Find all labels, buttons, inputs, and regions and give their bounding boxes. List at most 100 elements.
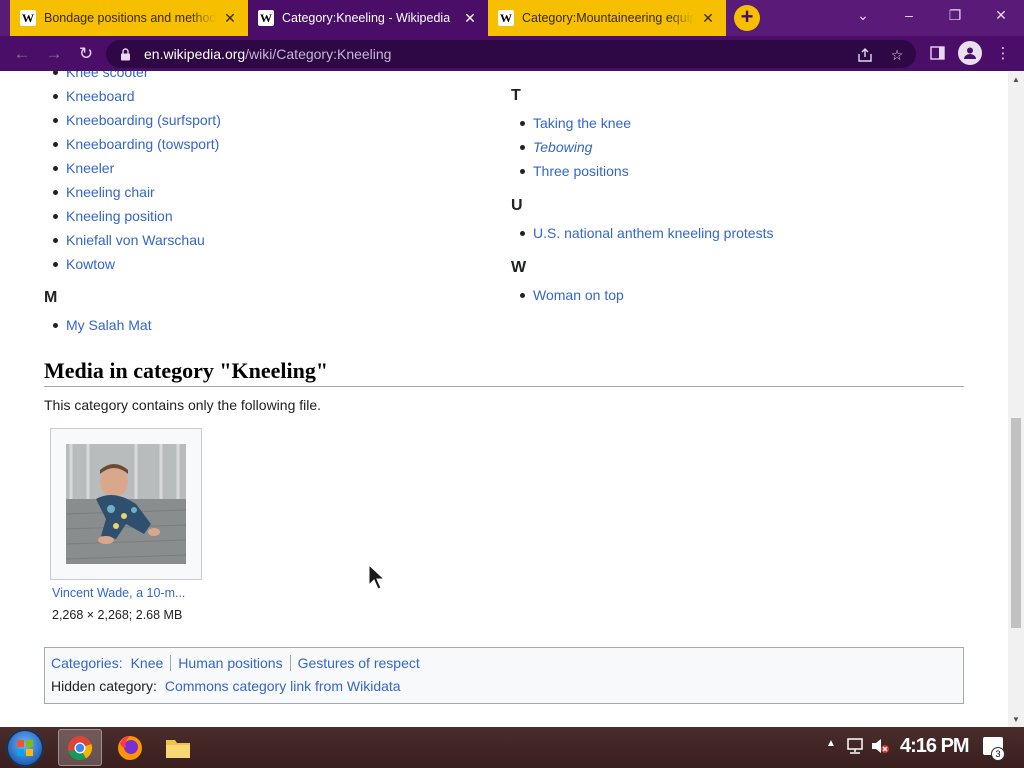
tab-bondage-positions[interactable]: W Bondage positions and methods ✕ xyxy=(10,0,248,36)
tab-strip: W Bondage positions and methods ✕ W Cate… xyxy=(0,0,1024,36)
menu-kebab-icon[interactable]: ⋮ xyxy=(992,42,1014,64)
list-item: Kniefall von Warschau xyxy=(44,228,484,252)
list-item: Kneeler xyxy=(44,156,484,180)
forward-arrow-icon[interactable]: → xyxy=(42,42,66,66)
file-link[interactable]: Vincent Wade, a 10-m... xyxy=(52,586,185,600)
category-link[interactable]: My Salah Mat xyxy=(66,317,152,333)
category-link[interactable]: Kneeling chair xyxy=(66,184,155,200)
taskbar-clock[interactable]: 4:16 PM xyxy=(900,735,970,758)
list-item: Kneeboarding (towsport) xyxy=(44,132,484,156)
show-hidden-icons-icon[interactable]: ▲ xyxy=(826,738,836,749)
new-tab-button[interactable]: + xyxy=(734,5,760,31)
network-icon[interactable] xyxy=(846,738,864,754)
tab-category-kneeling[interactable]: W Category:Kneeling - Wikipedia ✕ xyxy=(248,0,488,36)
list-item: Tebowing xyxy=(511,135,971,159)
profile-avatar-icon[interactable] xyxy=(958,41,982,65)
share-icon[interactable] xyxy=(856,46,874,64)
page-content: Knee scooter Kneeboard Kneeboarding (sur… xyxy=(0,71,1008,727)
taskbar-file-explorer[interactable] xyxy=(156,729,200,766)
scrollbar-thumb[interactable] xyxy=(1011,418,1021,628)
file-meta: 2,268 × 2,268; 2.68 MB xyxy=(52,608,183,622)
hidden-category-link[interactable]: Commons category link from Wikidata xyxy=(165,678,401,694)
list-item: Knee scooter xyxy=(44,71,484,84)
category-link[interactable]: Kniefall von Warschau xyxy=(66,232,205,248)
category-link-human-positions[interactable]: Human positions xyxy=(178,655,282,671)
list-item: Woman on top xyxy=(511,283,971,307)
category-list: My Salah Mat xyxy=(44,313,484,337)
category-list: Knee scooter Kneeboard Kneeboarding (sur… xyxy=(44,71,484,276)
hidden-categories-row: Hidden category: Commons category link f… xyxy=(51,678,957,701)
lock-icon[interactable] xyxy=(118,47,132,61)
category-column-left: Knee scooter Kneeboard Kneeboarding (sur… xyxy=(44,71,484,337)
category-link[interactable]: Tebowing xyxy=(533,139,592,155)
section-letter-t: T xyxy=(511,87,521,104)
close-tab-icon[interactable]: ✕ xyxy=(462,10,478,26)
side-panel-icon[interactable] xyxy=(926,42,948,64)
list-item: Three positions xyxy=(511,159,971,183)
scroll-up-arrow-icon[interactable]: ▲ xyxy=(1008,71,1024,87)
firefox-icon xyxy=(118,735,142,760)
browser-toolbar: ← → ↻ en.wikipedia.org/wiki/Category:Kne… xyxy=(0,36,1024,71)
category-links-box: Categories: Knee Human positions Gesture… xyxy=(44,647,964,704)
taskbar-chrome[interactable] xyxy=(58,729,102,766)
scroll-down-arrow-icon[interactable]: ▼ xyxy=(1008,711,1024,727)
windows-taskbar: ▲ 4:16 PM 3 xyxy=(0,727,1024,768)
media-heading: Media in category "Kneeling" xyxy=(44,358,964,387)
category-link[interactable]: Three positions xyxy=(533,163,629,179)
list-item: Kneeling chair xyxy=(44,180,484,204)
tab-title: Category:Mountaineering equipment xyxy=(522,11,694,25)
reload-icon[interactable]: ↻ xyxy=(74,42,98,66)
category-link[interactable]: Kowtow xyxy=(66,256,115,272)
tab-title: Category:Kneeling - Wikipedia xyxy=(282,11,451,25)
back-arrow-icon[interactable]: ← xyxy=(10,42,34,66)
mouse-cursor-icon xyxy=(368,564,386,590)
url-path: /wiki/Category:Kneeling xyxy=(245,46,392,62)
close-window-button[interactable]: ✕ xyxy=(978,0,1024,30)
address-bar[interactable]: en.wikipedia.org/wiki/Category:Kneeling … xyxy=(106,40,916,68)
chrome-icon xyxy=(68,735,93,760)
category-link-knee[interactable]: Knee xyxy=(131,655,164,671)
category-link-gestures-of-respect[interactable]: Gestures of respect xyxy=(298,655,420,671)
notification-count-badge: 3 xyxy=(991,747,1005,761)
categories-row: Categories: Knee Human positions Gesture… xyxy=(51,655,957,678)
list-item: Kneeboard xyxy=(44,84,484,108)
tab-mountaineering-equipment[interactable]: W Category:Mountaineering equipment ✕ xyxy=(488,0,726,36)
list-item: Kowtow xyxy=(44,252,484,276)
file-thumbnail[interactable] xyxy=(66,444,186,564)
section-letter-m: M xyxy=(44,289,58,306)
categories-label-link[interactable]: Categories: xyxy=(51,655,123,671)
category-link[interactable]: Kneeboard xyxy=(66,88,135,104)
taskbar-firefox[interactable] xyxy=(108,729,152,766)
restore-button[interactable]: ❐ xyxy=(932,0,978,30)
media-description: This category contains only the followin… xyxy=(44,397,322,413)
separator xyxy=(289,655,291,671)
category-link[interactable]: Knee scooter xyxy=(66,71,149,80)
close-tab-icon[interactable]: ✕ xyxy=(222,10,238,26)
wikipedia-favicon-icon: W xyxy=(20,10,36,26)
list-item: Kneeling position xyxy=(44,204,484,228)
category-link[interactable]: Woman on top xyxy=(533,287,624,303)
list-item: U.S. national anthem kneeling protests xyxy=(511,221,971,245)
volume-muted-icon[interactable] xyxy=(870,738,890,754)
category-link[interactable]: Kneeler xyxy=(66,160,114,176)
tab-search-icon[interactable]: ⌄ xyxy=(840,0,886,30)
list-item: My Salah Mat xyxy=(44,313,484,337)
url-text[interactable]: en.wikipedia.org/wiki/Category:Kneeling xyxy=(144,46,391,62)
category-link[interactable]: Kneeboarding (towsport) xyxy=(66,136,219,152)
start-button[interactable] xyxy=(6,729,44,767)
page-scrollbar[interactable]: ▲ ▼ xyxy=(1008,71,1024,727)
minimize-button[interactable]: – xyxy=(886,0,932,30)
category-column-right: T Taking the knee Tebowing Three positio… xyxy=(511,87,971,307)
category-list: U.S. national anthem kneeling protests xyxy=(511,221,971,245)
close-tab-icon[interactable]: ✕ xyxy=(700,10,716,26)
category-link[interactable]: Kneeboarding (surfsport) xyxy=(66,112,221,128)
category-link[interactable]: U.S. national anthem kneeling protests xyxy=(533,225,773,241)
bookmark-star-icon[interactable]: ☆ xyxy=(888,46,906,64)
wikipedia-favicon-icon: W xyxy=(498,10,514,26)
section-letter-w: W xyxy=(511,259,527,276)
list-item: Kneeboarding (surfsport) xyxy=(44,108,484,132)
category-link[interactable]: Taking the knee xyxy=(533,115,631,131)
separator xyxy=(170,655,172,671)
category-link[interactable]: Kneeling position xyxy=(66,208,173,224)
folder-icon xyxy=(166,739,190,758)
